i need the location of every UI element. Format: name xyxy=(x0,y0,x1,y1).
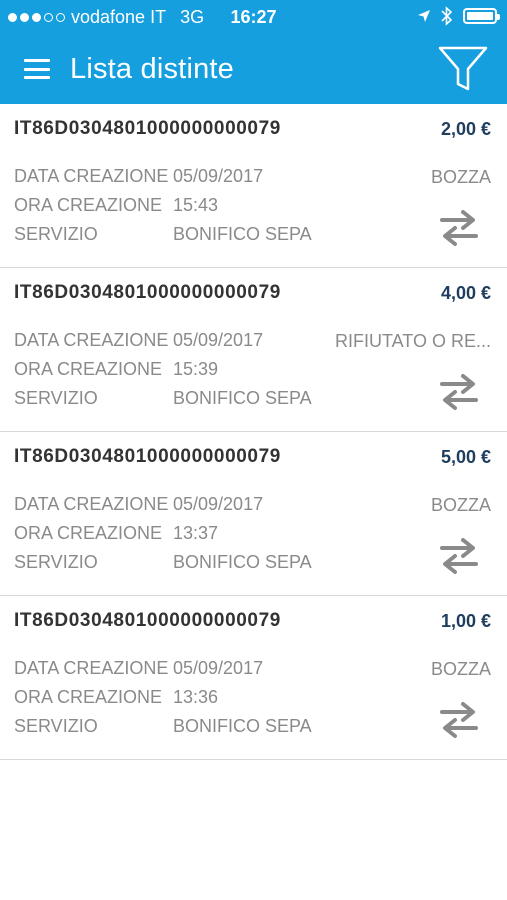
date-value: 05/09/2017 xyxy=(173,166,264,186)
date-label: DATA CREAZIONE xyxy=(14,330,169,350)
iban-label: IT86D0304801000000000079 xyxy=(14,446,281,467)
date-value: 05/09/2017 xyxy=(173,494,264,514)
network-type: 3G xyxy=(180,6,205,27)
amount-label: 1,00 € xyxy=(440,610,491,631)
hamburger-icon[interactable] xyxy=(24,59,50,79)
service-label: SERVIZIO xyxy=(14,552,98,572)
service-label: SERVIZIO xyxy=(14,388,98,408)
time-value: 13:37 xyxy=(173,523,219,543)
list-item[interactable]: IT86D0304801000000000079 5,00 € DATA CRE… xyxy=(0,432,507,596)
iban-label: IT86D0304801000000000079 xyxy=(14,610,281,631)
transfer-arrows-icon[interactable] xyxy=(439,373,479,411)
service-value: BONIFICO SEPA xyxy=(173,224,312,244)
date-value: 05/09/2017 xyxy=(173,330,264,350)
iban-label: IT86D0304801000000000079 xyxy=(14,282,281,303)
list-item[interactable]: IT86D0304801000000000079 1,00 € DATA CRE… xyxy=(0,596,507,760)
signal-strength-icon xyxy=(8,12,65,22)
list-item[interactable]: IT86D0304801000000000079 2,00 € DATA CRE… xyxy=(0,104,507,268)
service-label: SERVIZIO xyxy=(14,224,98,244)
date-label: DATA CREAZIONE xyxy=(14,166,169,186)
time-label: ORA CREAZIONE xyxy=(14,687,163,707)
status-badge: BOZZA xyxy=(430,495,491,515)
time-value: 15:39 xyxy=(173,359,219,379)
time-label: ORA CREAZIONE xyxy=(14,523,163,543)
status-time: 16:27 xyxy=(230,6,277,27)
amount-label: 2,00 € xyxy=(440,118,491,139)
app-header: vodafone IT 3G 16:27 Lista distinte xyxy=(0,0,507,104)
filter-icon[interactable] xyxy=(437,44,489,94)
iban-label: IT86D0304801000000000079 xyxy=(14,118,281,139)
time-label: ORA CREAZIONE xyxy=(14,195,163,215)
transfer-arrows-icon[interactable] xyxy=(439,209,479,247)
time-value: 13:36 xyxy=(173,687,219,707)
date-label: DATA CREAZIONE xyxy=(14,658,169,678)
service-label: SERVIZIO xyxy=(14,716,98,736)
status-badge: BOZZA xyxy=(430,659,491,679)
battery-icon xyxy=(463,8,500,24)
bluetooth-icon xyxy=(441,6,453,26)
date-value: 05/09/2017 xyxy=(173,658,264,678)
transfer-list: IT86D0304801000000000079 2,00 € DATA CRE… xyxy=(0,104,507,760)
transfer-arrows-icon[interactable] xyxy=(439,537,479,575)
service-value: BONIFICO SEPA xyxy=(173,388,312,408)
status-icons xyxy=(417,6,500,26)
status-bar: vodafone IT 3G 16:27 xyxy=(0,0,507,34)
service-value: BONIFICO SEPA xyxy=(173,552,312,572)
amount-label: 4,00 € xyxy=(440,282,491,303)
service-value: BONIFICO SEPA xyxy=(173,716,312,736)
transfer-arrows-icon[interactable] xyxy=(439,701,479,739)
amount-label: 5,00 € xyxy=(440,446,491,467)
status-badge: RIFIUTATO O RE... xyxy=(334,331,491,351)
status-badge: BOZZA xyxy=(430,167,491,187)
carrier-name: vodafone IT xyxy=(71,6,167,27)
page-title: Lista distinte xyxy=(70,52,234,85)
navigation-bar: Lista distinte xyxy=(0,34,507,104)
location-arrow-icon xyxy=(418,10,430,22)
list-item[interactable]: IT86D0304801000000000079 4,00 € DATA CRE… xyxy=(0,268,507,432)
time-value: 15:43 xyxy=(173,195,219,215)
time-label: ORA CREAZIONE xyxy=(14,359,163,379)
date-label: DATA CREAZIONE xyxy=(14,494,169,514)
